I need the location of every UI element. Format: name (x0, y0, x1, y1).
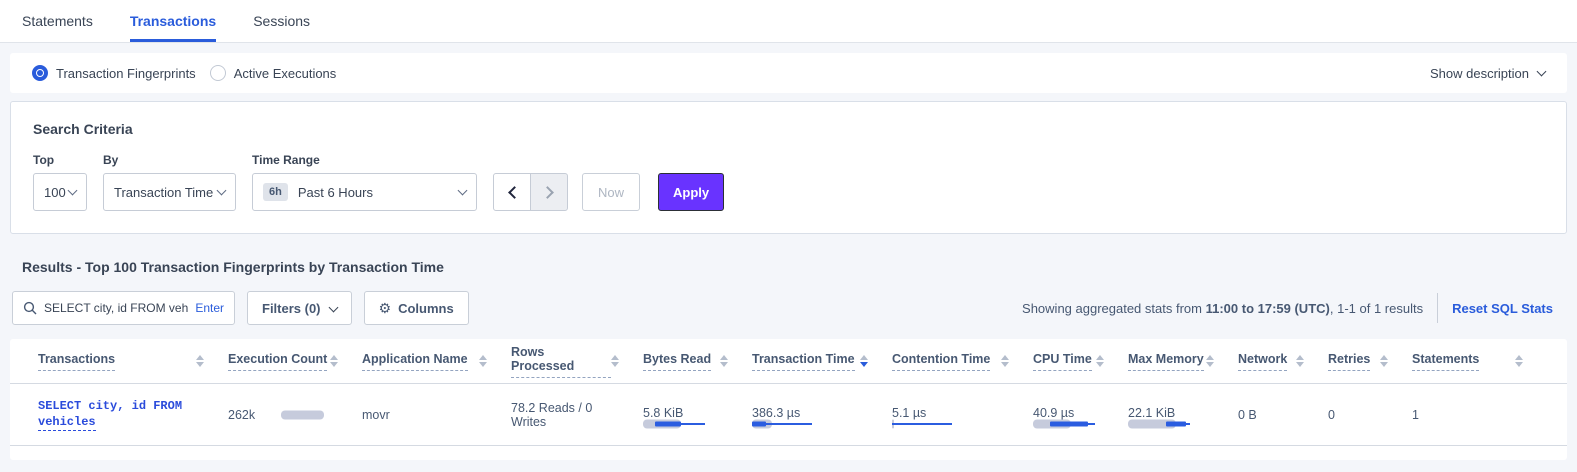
stats-time-range: 11:00 to 17:59 (UTC) (1206, 301, 1330, 316)
time-range-pager (493, 173, 568, 211)
top-select-value: 100 (44, 185, 66, 200)
radio-selected-icon (32, 65, 48, 81)
chevron-down-icon (328, 302, 338, 312)
columns-button[interactable]: ⚙ Columns (364, 291, 469, 325)
cell-rows-processed: 78.2 Reads / 0 Writes (511, 401, 643, 429)
cell-retries: 0 (1328, 408, 1412, 422)
time-range-label: Time Range (252, 153, 477, 167)
top-select[interactable]: 100 (33, 173, 87, 211)
tab-transactions[interactable]: Transactions (130, 0, 216, 42)
column-header-bytes-read[interactable]: Bytes Read (643, 352, 752, 371)
cell-contention-time: 5.1 µs (892, 406, 1033, 424)
sort-carets-icon (330, 355, 338, 367)
table-row: SELECT city, id FROM vehicles 262k movr … (10, 384, 1567, 446)
page-tabbar: Statements Transactions Sessions (0, 0, 1577, 43)
column-header-network[interactable]: Network (1238, 352, 1328, 371)
sort-carets-icon (860, 355, 868, 367)
cell-cpu-time: 40.9 µs (1033, 406, 1128, 424)
cell-application-name: movr (362, 408, 511, 422)
chevron-right-icon (541, 186, 554, 199)
sort-carets-icon (479, 355, 487, 367)
results-table: Transactions Execution Count Application… (10, 339, 1567, 460)
sort-carets-icon (1296, 355, 1304, 367)
sort-carets-icon (1380, 355, 1388, 367)
sql-search-input[interactable] (44, 301, 189, 315)
sort-carets-icon (1206, 355, 1214, 367)
show-description-toggle[interactable]: Show description (1430, 66, 1545, 81)
chevron-left-icon (508, 186, 521, 199)
apply-button[interactable]: Apply (658, 173, 724, 211)
time-range-value: Past 6 Hours (298, 185, 373, 200)
gear-icon: ⚙ (379, 301, 392, 315)
chevron-down-icon (1537, 66, 1547, 76)
radio-label: Transaction Fingerprints (56, 66, 196, 81)
radio-label: Active Executions (234, 66, 337, 81)
aggregated-stats-note: Showing aggregated stats from 11:00 to 1… (1022, 301, 1423, 316)
cell-execution-count: 262k (228, 408, 362, 422)
filters-button-label: Filters (0) (262, 301, 321, 316)
chevron-down-icon (458, 185, 468, 195)
transaction-fingerprint-link[interactable]: SELECT city, id FROM vehicles (38, 399, 182, 429)
next-time-window-button[interactable] (530, 173, 568, 211)
by-label: By (103, 153, 236, 167)
column-header-max-memory[interactable]: Max Memory (1128, 352, 1238, 371)
column-header-transaction-time[interactable]: Transaction Time (752, 352, 892, 371)
results-heading: Results - Top 100 Transaction Fingerprin… (22, 259, 1577, 275)
previous-time-window-button[interactable] (493, 173, 531, 211)
column-header-cpu-time[interactable]: CPU Time (1033, 352, 1128, 371)
search-criteria-card: Search Criteria Top 100 By Transaction T… (10, 101, 1567, 234)
table-header-row: Transactions Execution Count Application… (10, 339, 1567, 384)
cell-transaction-time: 386.3 µs (752, 406, 892, 424)
results-controls: Enter Filters (0) ⚙ Columns Showing aggr… (12, 291, 1565, 325)
top-label: Top (33, 153, 87, 167)
filters-button[interactable]: Filters (0) (247, 291, 352, 325)
sort-carets-icon (196, 355, 204, 367)
sort-carets-icon (1515, 355, 1523, 367)
by-select[interactable]: Transaction Time (103, 173, 236, 211)
radio-active-executions[interactable]: Active Executions (210, 65, 337, 81)
column-header-transactions[interactable]: Transactions (38, 352, 228, 371)
time-range-select[interactable]: 6h Past 6 Hours (252, 173, 477, 211)
column-header-statements[interactable]: Statements (1412, 352, 1547, 371)
by-select-value: Transaction Time (114, 185, 213, 200)
view-toggle-bar: Transaction Fingerprints Active Executio… (10, 53, 1567, 93)
search-icon (23, 301, 37, 315)
column-header-retries[interactable]: Retries (1328, 352, 1412, 371)
sort-carets-icon (720, 355, 728, 367)
sort-carets-icon (611, 355, 619, 367)
cell-statements: 1 (1412, 408, 1547, 422)
tab-statements[interactable]: Statements (22, 0, 93, 42)
column-header-execution-count[interactable]: Execution Count (228, 352, 362, 371)
cell-transaction-fingerprint: SELECT city, id FROM vehicles (38, 398, 228, 431)
now-button[interactable]: Now (582, 173, 640, 211)
columns-button-label: Columns (398, 301, 454, 316)
divider (1437, 293, 1438, 323)
sql-search-box[interactable]: Enter (12, 291, 235, 325)
show-description-label: Show description (1430, 66, 1529, 81)
reset-sql-stats-link[interactable]: Reset SQL Stats (1452, 301, 1553, 316)
tab-sessions[interactable]: Sessions (253, 0, 310, 42)
column-header-application-name[interactable]: Application Name (362, 352, 511, 371)
radio-transaction-fingerprints[interactable]: Transaction Fingerprints (32, 65, 196, 81)
column-header-contention-time[interactable]: Contention Time (892, 352, 1033, 371)
execution-count-bar (281, 410, 338, 420)
radio-unselected-icon (210, 65, 226, 81)
chevron-down-icon (68, 185, 78, 195)
sort-carets-icon (1096, 355, 1104, 367)
search-criteria-title: Search Criteria (33, 121, 1544, 137)
time-range-badge: 6h (263, 183, 288, 201)
chevron-down-icon (217, 185, 227, 195)
column-header-rows-processed[interactable]: Rows Processed (511, 345, 643, 378)
cell-bytes-read: 5.8 KiB (643, 406, 752, 424)
cell-max-memory: 22.1 KiB (1128, 406, 1238, 424)
sort-carets-icon (1001, 355, 1009, 367)
cell-network: 0 B (1238, 408, 1328, 422)
search-enter-hint[interactable]: Enter (195, 301, 224, 315)
